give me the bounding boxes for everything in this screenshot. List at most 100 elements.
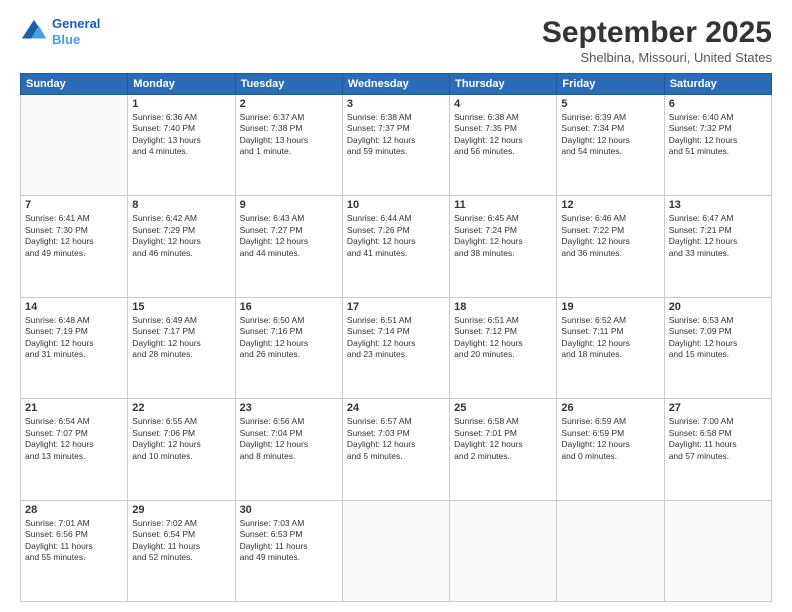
calendar-cell: 25Sunrise: 6:58 AM Sunset: 7:01 PM Dayli…	[450, 399, 557, 500]
calendar-week-row: 28 Sunrise: 7:01 AM Sunset: 6:56 PM Dayli…	[21, 500, 772, 601]
weekday-header: Friday	[557, 74, 664, 95]
calendar-cell: 4Sunrise: 6:38 AM Sunset: 7:35 PM Daylig…	[450, 95, 557, 196]
weekday-header: Monday	[128, 74, 235, 95]
day-number: 9	[240, 199, 338, 211]
day-info: Sunrise: 6:37 AM Sunset: 7:38 PM Dayligh…	[240, 112, 338, 158]
weekday-header: Thursday	[450, 74, 557, 95]
day-number: 17	[347, 301, 445, 313]
calendar-cell: 1Sunrise: 6:36 AM Sunset: 7:40 PM Daylig…	[128, 95, 235, 196]
calendar-cell: 19Sunrise: 6:52 AM Sunset: 7:11 PM Dayli…	[557, 297, 664, 398]
calendar-cell: 11 Sunrise: 6:45 AM Sunset: 7:24 PM Dayli…	[450, 196, 557, 297]
day-info: Sunrise: 6:57 AM Sunset: 7:03 PM Dayligh…	[347, 416, 445, 462]
day-number: 10	[347, 199, 445, 211]
calendar-cell: 6 Sunrise: 6:40 AM Sunset: 7:32 PM Daylig…	[664, 95, 771, 196]
calendar-cell: 26 Sunrise: 6:59 AM Sunset: 6:59 PM Dayli…	[557, 399, 664, 500]
day-number: 16	[240, 301, 338, 313]
main-title: September 2025	[542, 16, 772, 50]
calendar-cell: 23 Sunrise: 6:56 AM Sunset: 7:04 PM Dayli…	[235, 399, 342, 500]
header: General Blue September 2025 Shelbina, Mi…	[20, 16, 772, 65]
day-number: 27	[669, 402, 767, 414]
logo-blue-text: Blue	[52, 32, 80, 47]
day-info: Sunrise: 6:40 AM Sunset: 7:32 PM Dayligh…	[669, 112, 767, 158]
day-info: Sunrise: 6:51 AM Sunset: 7:12 PM Dayligh…	[454, 315, 552, 361]
day-info: Sunrise: 7:01 AM Sunset: 6:56 PM Dayligh…	[25, 518, 123, 564]
day-info: Sunrise: 6:55 AM Sunset: 7:06 PM Dayligh…	[132, 416, 230, 462]
day-number: 23	[240, 402, 338, 414]
page: General Blue September 2025 Shelbina, Mi…	[0, 0, 792, 612]
day-number: 18	[454, 301, 552, 313]
calendar-cell: 18 Sunrise: 6:51 AM Sunset: 7:12 PM Dayli…	[450, 297, 557, 398]
day-number: 6	[669, 98, 767, 110]
day-info: Sunrise: 6:48 AM Sunset: 7:19 PM Dayligh…	[25, 315, 123, 361]
day-number: 21	[25, 402, 123, 414]
day-number: 4	[454, 98, 552, 110]
day-info: Sunrise: 6:39 AM Sunset: 7:34 PM Dayligh…	[561, 112, 659, 158]
day-number: 7	[25, 199, 123, 211]
day-info: Sunrise: 6:54 AM Sunset: 7:07 PM Dayligh…	[25, 416, 123, 462]
calendar-cell	[557, 500, 664, 601]
day-number: 26	[561, 402, 659, 414]
day-info: Sunrise: 6:46 AM Sunset: 7:22 PM Dayligh…	[561, 213, 659, 259]
day-number: 22	[132, 402, 230, 414]
day-number: 12	[561, 199, 659, 211]
calendar-week-row: 7 Sunrise: 6:41 AM Sunset: 7:30 PM Daylig…	[21, 196, 772, 297]
day-info: Sunrise: 6:42 AM Sunset: 7:29 PM Dayligh…	[132, 213, 230, 259]
day-info: Sunrise: 6:49 AM Sunset: 7:17 PM Dayligh…	[132, 315, 230, 361]
calendar-cell	[342, 500, 449, 601]
day-number: 20	[669, 301, 767, 313]
calendar-week-row: 14 Sunrise: 6:48 AM Sunset: 7:19 PM Dayli…	[21, 297, 772, 398]
day-info: Sunrise: 6:44 AM Sunset: 7:26 PM Dayligh…	[347, 213, 445, 259]
weekday-header-row: SundayMondayTuesdayWednesdayThursdayFrid…	[21, 74, 772, 95]
day-info: Sunrise: 6:53 AM Sunset: 7:09 PM Dayligh…	[669, 315, 767, 361]
day-number: 11	[454, 199, 552, 211]
calendar-week-row: 1Sunrise: 6:36 AM Sunset: 7:40 PM Daylig…	[21, 95, 772, 196]
day-number: 14	[25, 301, 123, 313]
calendar-cell: 10 Sunrise: 6:44 AM Sunset: 7:26 PM Dayli…	[342, 196, 449, 297]
calendar-cell: 7 Sunrise: 6:41 AM Sunset: 7:30 PM Daylig…	[21, 196, 128, 297]
day-number: 2	[240, 98, 338, 110]
day-info: Sunrise: 6:56 AM Sunset: 7:04 PM Dayligh…	[240, 416, 338, 462]
day-info: Sunrise: 6:43 AM Sunset: 7:27 PM Dayligh…	[240, 213, 338, 259]
calendar-cell	[450, 500, 557, 601]
calendar-cell: 22 Sunrise: 6:55 AM Sunset: 7:06 PM Dayli…	[128, 399, 235, 500]
calendar-cell: 9 Sunrise: 6:43 AM Sunset: 7:27 PM Daylig…	[235, 196, 342, 297]
logo: General Blue	[20, 16, 100, 47]
calendar-cell: 21 Sunrise: 6:54 AM Sunset: 7:07 PM Dayli…	[21, 399, 128, 500]
calendar-cell: 8 Sunrise: 6:42 AM Sunset: 7:29 PM Daylig…	[128, 196, 235, 297]
calendar-cell: 27 Sunrise: 7:00 AM Sunset: 6:58 PM Dayli…	[664, 399, 771, 500]
day-info: Sunrise: 7:02 AM Sunset: 6:54 PM Dayligh…	[132, 518, 230, 564]
day-number: 24	[347, 402, 445, 414]
day-info: Sunrise: 6:50 AM Sunset: 7:16 PM Dayligh…	[240, 315, 338, 361]
day-info: Sunrise: 6:45 AM Sunset: 7:24 PM Dayligh…	[454, 213, 552, 259]
weekday-header: Tuesday	[235, 74, 342, 95]
calendar-cell: 3Sunrise: 6:38 AM Sunset: 7:37 PM Daylig…	[342, 95, 449, 196]
calendar-cell: 12 Sunrise: 6:46 AM Sunset: 7:22 PM Dayli…	[557, 196, 664, 297]
title-block: September 2025 Shelbina, Missouri, Unite…	[542, 16, 772, 65]
calendar-cell: 28 Sunrise: 7:01 AM Sunset: 6:56 PM Dayli…	[21, 500, 128, 601]
calendar-cell: 15 Sunrise: 6:49 AM Sunset: 7:17 PM Dayli…	[128, 297, 235, 398]
day-number: 29	[132, 504, 230, 516]
day-number: 25	[454, 402, 552, 414]
logo-icon	[20, 18, 48, 46]
day-number: 5	[561, 98, 659, 110]
day-info: Sunrise: 7:03 AM Sunset: 6:53 PM Dayligh…	[240, 518, 338, 564]
day-number: 1	[132, 98, 230, 110]
calendar-cell: 14 Sunrise: 6:48 AM Sunset: 7:19 PM Dayli…	[21, 297, 128, 398]
day-info: Sunrise: 6:59 AM Sunset: 6:59 PM Dayligh…	[561, 416, 659, 462]
calendar-cell: 2 Sunrise: 6:37 AM Sunset: 7:38 PM Daylig…	[235, 95, 342, 196]
day-info: Sunrise: 7:00 AM Sunset: 6:58 PM Dayligh…	[669, 416, 767, 462]
day-info: Sunrise: 6:41 AM Sunset: 7:30 PM Dayligh…	[25, 213, 123, 259]
subtitle: Shelbina, Missouri, United States	[542, 50, 772, 65]
calendar-cell: 16 Sunrise: 6:50 AM Sunset: 7:16 PM Dayli…	[235, 297, 342, 398]
calendar-cell: 20 Sunrise: 6:53 AM Sunset: 7:09 PM Dayli…	[664, 297, 771, 398]
calendar-cell: 13Sunrise: 6:47 AM Sunset: 7:21 PM Dayli…	[664, 196, 771, 297]
day-info: Sunrise: 6:38 AM Sunset: 7:37 PM Dayligh…	[347, 112, 445, 158]
day-info: Sunrise: 6:52 AM Sunset: 7:11 PM Dayligh…	[561, 315, 659, 361]
day-info: Sunrise: 6:47 AM Sunset: 7:21 PM Dayligh…	[669, 213, 767, 259]
day-number: 28	[25, 504, 123, 516]
calendar-cell: 5 Sunrise: 6:39 AM Sunset: 7:34 PM Daylig…	[557, 95, 664, 196]
calendar-cell: 29 Sunrise: 7:02 AM Sunset: 6:54 PM Dayli…	[128, 500, 235, 601]
day-number: 15	[132, 301, 230, 313]
day-number: 8	[132, 199, 230, 211]
calendar-week-row: 21 Sunrise: 6:54 AM Sunset: 7:07 PM Dayli…	[21, 399, 772, 500]
